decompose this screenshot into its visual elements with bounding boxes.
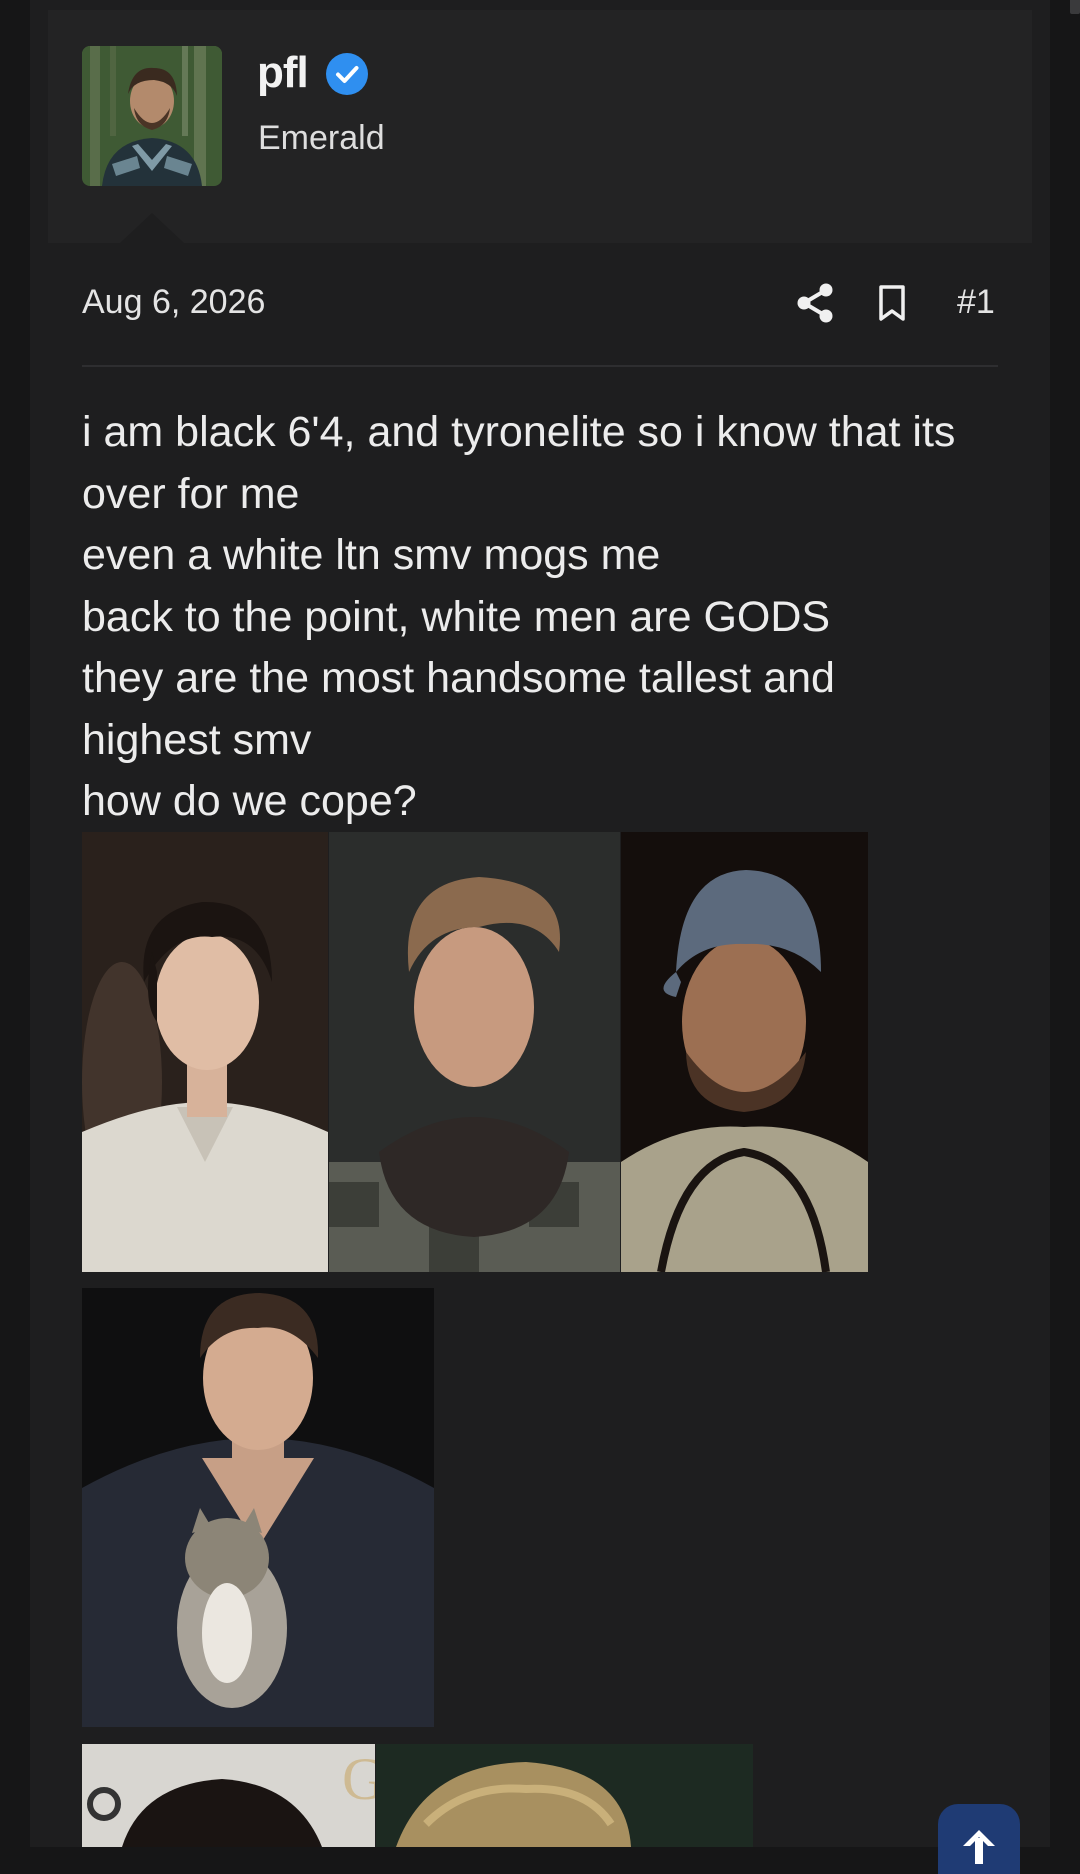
photo-man-knit-scarf[interactable] bbox=[329, 832, 620, 1272]
avatar-image bbox=[82, 46, 222, 186]
user-avatar[interactable] bbox=[82, 46, 222, 186]
post-body-line: how do we cope? bbox=[82, 777, 417, 825]
photo-man-dark-curly-hair[interactable]: G bbox=[82, 1744, 375, 1847]
user-title: Emerald bbox=[258, 119, 385, 157]
post-body-line: highest smv bbox=[82, 715, 312, 764]
scrollbar-thumb[interactable] bbox=[1070, 0, 1080, 14]
bookmark-icon[interactable] bbox=[877, 284, 907, 322]
svg-text:G: G bbox=[342, 1746, 375, 1812]
photo-man-denim-cap[interactable] bbox=[621, 832, 868, 1272]
user-card-pointer bbox=[120, 213, 184, 243]
scroll-to-top-button[interactable] bbox=[938, 1804, 1020, 1874]
share-icon[interactable] bbox=[796, 283, 834, 323]
post-body: i am black 6'4, and tyronelite so i know… bbox=[82, 402, 1012, 833]
photo-young-man-white-shirt[interactable] bbox=[82, 832, 328, 1272]
post-body-line: over for me bbox=[82, 469, 300, 518]
post-body-line: even a white ltn smv mogs me bbox=[82, 531, 661, 579]
post-header-divider bbox=[82, 365, 998, 367]
photo-man-blond-hair[interactable] bbox=[376, 1744, 753, 1847]
photo-man-leather-jacket-with-cat[interactable] bbox=[82, 1288, 434, 1727]
post-body-line: i am black 6'4, and tyronelite so i know… bbox=[82, 408, 956, 456]
arrow-up-icon bbox=[963, 1830, 995, 1864]
post-body-line: they are the most handsome tallest and bbox=[82, 654, 835, 702]
username[interactable]: pfl bbox=[257, 48, 309, 98]
verified-badge-icon bbox=[326, 53, 368, 95]
post-date[interactable]: Aug 6, 2026 bbox=[82, 283, 265, 322]
post-body-line: back to the point, white men are GODS bbox=[82, 592, 831, 641]
post-number-link[interactable]: #1 bbox=[957, 283, 995, 322]
